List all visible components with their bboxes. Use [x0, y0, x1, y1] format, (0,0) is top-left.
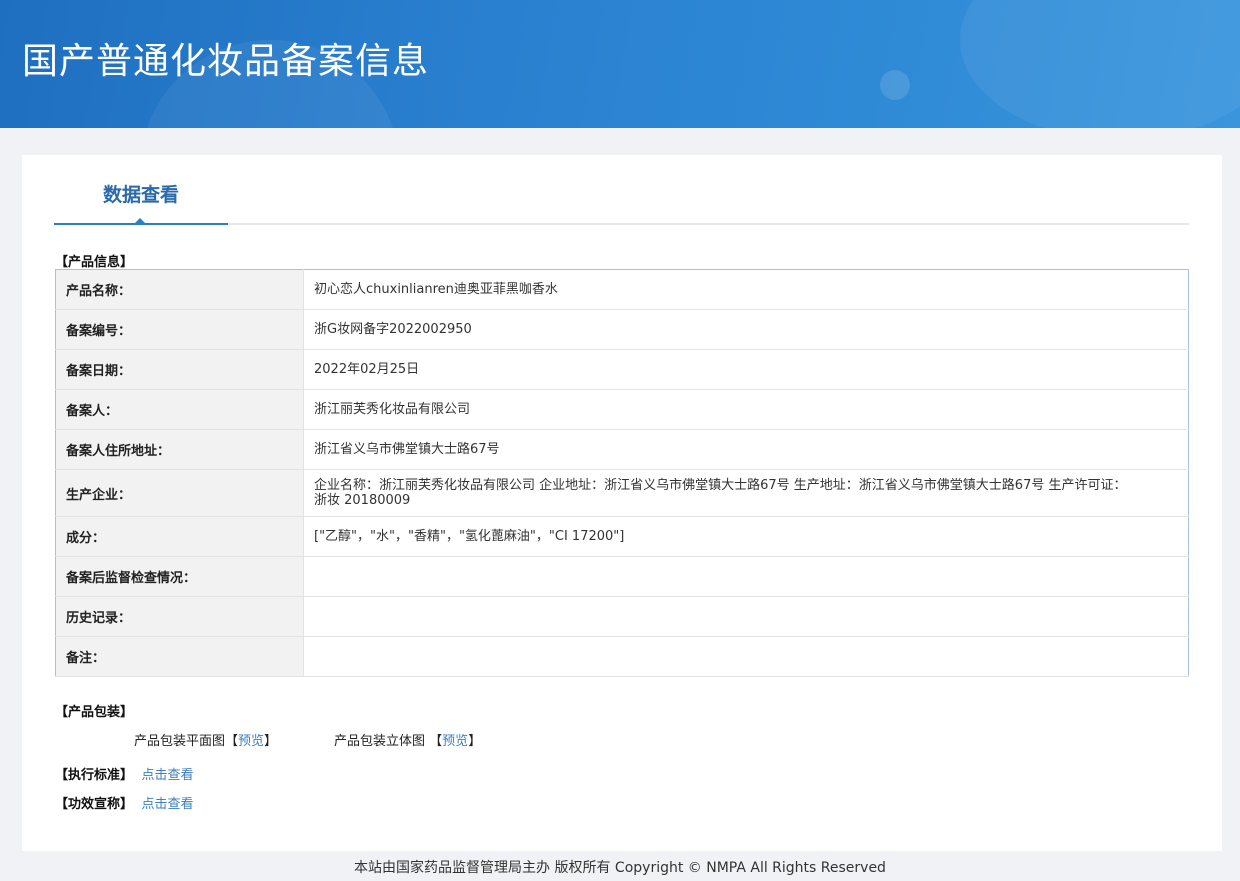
section-standard: 【执行标准】 点击查看 [55, 768, 194, 783]
row-value: 2022年02月25日 [303, 349, 1189, 390]
row-label: 生产企业： [55, 469, 304, 517]
table-row: 生产企业： 企业名称：浙江丽芙秀化妆品有限公司 企业地址：浙江省义乌市佛堂镇大士路… [55, 469, 1189, 517]
table-row: 备案人： 浙江丽芙秀化妆品有限公司 [55, 389, 1189, 430]
content-card: 数据查看 【产品信息】 产品名称： 初心恋人chuxinlianren迪奥亚菲黑咖… [22, 155, 1222, 851]
row-label: 成分： [55, 516, 304, 557]
row-value: 浙江丽芙秀化妆品有限公司 [303, 389, 1189, 430]
packaging-solid: 产品包装立体图 【预览】 [334, 734, 482, 749]
table-row: 备案后监督检查情况： [55, 556, 1189, 597]
row-label: 备案日期： [55, 349, 304, 390]
row-value: 浙江省义乌市佛堂镇大士路67号 [303, 429, 1189, 470]
tab-data-view[interactable]: 数据查看 [54, 155, 228, 225]
row-value: ["乙醇"，"水"，"香精"，"氢化蓖麻油"，"CI 17200"] [303, 516, 1189, 557]
row-label: 备案人： [55, 389, 304, 430]
row-value [303, 636, 1189, 677]
table-row: 历史记录： [55, 596, 1189, 637]
row-label: 产品名称： [55, 269, 304, 310]
preview-solid-link[interactable]: 预览 [442, 734, 468, 749]
packaging-flat: 产品包装平面图【预览】 [134, 734, 278, 749]
header-banner: 国产普通化妆品备案信息 [0, 0, 1240, 128]
section-product-info: 【产品信息】 [55, 255, 134, 270]
page-title: 国产普通化妆品备案信息 [22, 41, 430, 82]
table-row: 产品名称： 初心恋人chuxinlianren迪奥亚菲黑咖香水 [55, 269, 1189, 310]
preview-flat-link[interactable]: 预览 [238, 734, 264, 749]
row-label: 备注： [55, 636, 304, 677]
row-label: 历史记录： [55, 596, 304, 637]
table-row: 备案人住所地址： 浙江省义乌市佛堂镇大士路67号 [55, 429, 1189, 470]
row-label: 备案编号： [55, 309, 304, 350]
section-efficacy: 【功效宣称】 点击查看 [55, 797, 194, 812]
row-value [303, 596, 1189, 637]
packaging-flat-label: 产品包装平面图 [134, 734, 226, 749]
row-label: 备案后监督检查情况： [55, 556, 304, 597]
row-value: 企业名称：浙江丽芙秀化妆品有限公司 企业地址：浙江省义乌市佛堂镇大士路67号 生… [303, 469, 1189, 517]
row-value [303, 556, 1189, 597]
standard-view-link[interactable]: 点击查看 [142, 768, 194, 783]
table-row: 备注： [55, 636, 1189, 677]
tab-bar: 数据查看 [54, 155, 1189, 225]
table-row: 备案编号： 浙G妆网备字2022002950 [55, 309, 1189, 350]
row-value: 初心恋人chuxinlianren迪奥亚菲黑咖香水 [303, 269, 1189, 310]
section-packaging: 【产品包装】 [55, 705, 134, 720]
row-label: 备案人住所地址： [55, 429, 304, 470]
footer: 本站由国家药品监督管理局主办 版权所有 Copyright © NMPA All… [354, 860, 886, 876]
efficacy-view-link[interactable]: 点击查看 [142, 797, 194, 812]
packaging-solid-label: 产品包装立体图 [334, 734, 426, 749]
row-value: 浙G妆网备字2022002950 [303, 309, 1189, 350]
table-row: 备案日期： 2022年02月25日 [55, 349, 1189, 390]
product-info-table: 产品名称： 初心恋人chuxinlianren迪奥亚菲黑咖香水 备案编号： 浙G妆网备… [55, 269, 1189, 677]
table-row: 成分： ["乙醇"，"水"，"香精"，"氢化蓖麻油"，"CI 17200"] [55, 516, 1189, 557]
